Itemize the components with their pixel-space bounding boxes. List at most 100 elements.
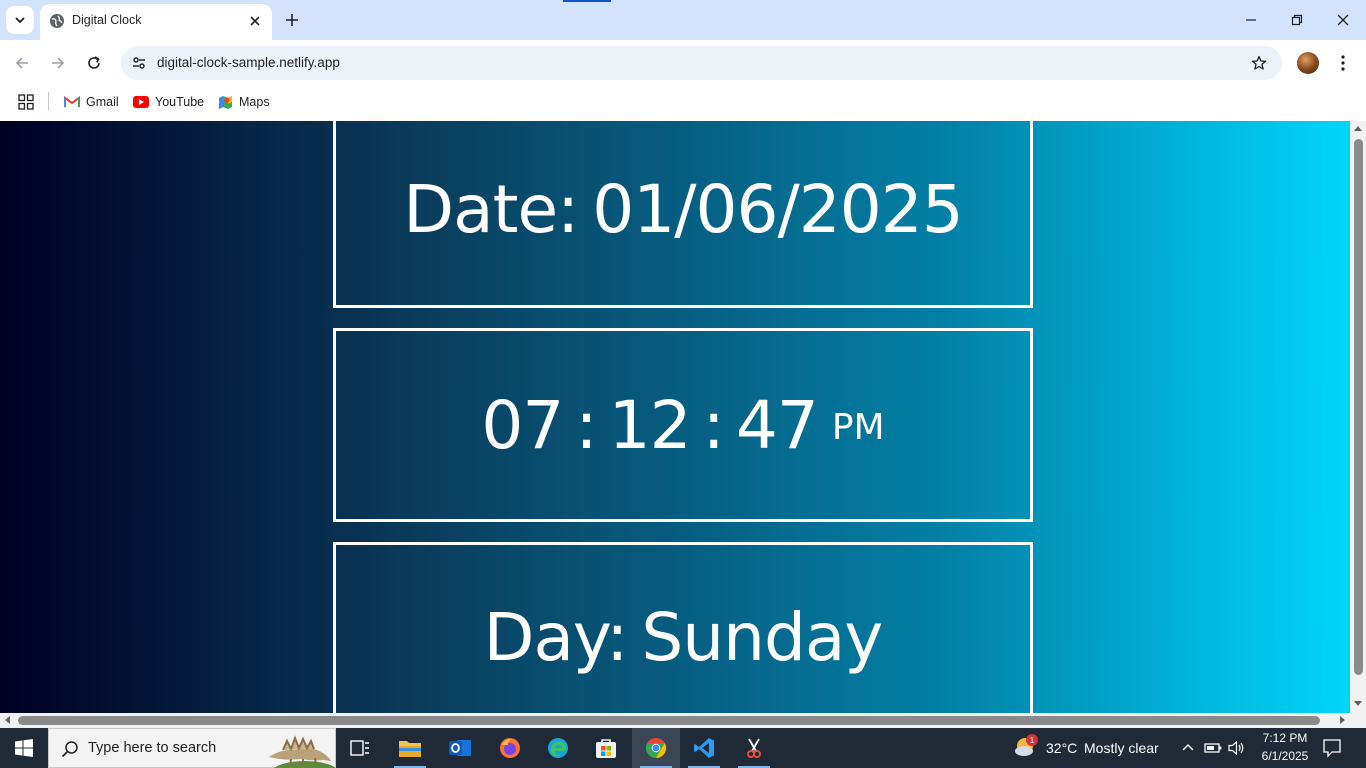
time-ampm: PM [831, 406, 885, 448]
time-minutes: 12 [608, 386, 692, 464]
taskbar-clock-time[interactable]: 7:12 PM [1257, 731, 1313, 745]
outlook-icon [449, 740, 471, 756]
site-info-button[interactable] [127, 51, 151, 75]
bookmarks-bar: Gmail YouTube Maps [0, 86, 1366, 121]
minimize-button[interactable] [1228, 4, 1274, 36]
globe-icon [50, 14, 64, 28]
tab-drag-indicator [563, 0, 611, 2]
chevron-down-icon [15, 17, 25, 24]
tab-title: Digital Clock [72, 13, 142, 27]
time-separator: : [575, 386, 597, 464]
tab-digital-clock[interactable]: Digital Clock [40, 4, 272, 40]
outlook-button[interactable] [436, 728, 484, 768]
taskbar-search-box[interactable]: Type here to search [48, 728, 336, 768]
search-icon [61, 741, 78, 758]
show-hidden-icons-button[interactable] [1180, 740, 1196, 756]
battery-button[interactable] [1204, 740, 1222, 756]
edge-button[interactable] [534, 728, 582, 768]
plus-icon [286, 14, 298, 26]
tab-close-button[interactable] [246, 12, 264, 30]
bookmarks-divider [48, 92, 49, 110]
taskbar-clock-date[interactable]: 6/1/2025 [1255, 749, 1315, 763]
minimize-icon [1246, 19, 1256, 21]
date-value: 01/06/2025 [592, 171, 963, 248]
bookmark-maps[interactable]: Maps [218, 91, 270, 113]
search-placeholder: Type here to search [88, 740, 217, 756]
folder-icon [399, 741, 421, 757]
url-text[interactable]: digital-clock-sample.netlify.app [157, 55, 340, 70]
firefox-button[interactable] [486, 728, 534, 768]
maps-icon [219, 95, 232, 109]
bookmark-label: YouTube [155, 95, 205, 109]
scroll-left-arrow-icon[interactable] [5, 716, 10, 724]
speaker-icon [1228, 740, 1244, 756]
day-value: Sunday [641, 598, 883, 676]
day-box: Day: Sunday [333, 542, 1033, 713]
weather-temp[interactable]: 32°C [1046, 740, 1077, 756]
snipping-tool-button[interactable] [730, 728, 778, 768]
address-bar[interactable]: digital-clock-sample.netlify.app [121, 46, 1282, 80]
tab-strip: Digital Clock [0, 0, 1366, 40]
back-button[interactable] [8, 49, 36, 77]
horizontal-scrollbar[interactable] [0, 713, 1366, 728]
store-button[interactable] [582, 728, 630, 768]
reload-icon [88, 56, 100, 69]
browser-menu-button[interactable] [1332, 52, 1354, 74]
close-icon [1337, 14, 1349, 26]
arrow-left-icon [15, 57, 28, 69]
bookmark-gmail[interactable]: Gmail [64, 91, 119, 113]
restore-button[interactable] [1274, 4, 1320, 36]
stegosaurus-illustration-icon [269, 735, 335, 768]
vertical-scroll-thumb[interactable] [1354, 139, 1363, 675]
scroll-up-arrow-icon[interactable] [1354, 126, 1362, 131]
time-seconds: 47 [735, 386, 819, 464]
reload-button[interactable] [80, 49, 108, 77]
restore-icon [1291, 14, 1303, 26]
vscode-button[interactable] [680, 728, 728, 768]
bookmark-label: Gmail [86, 95, 119, 109]
vscode-icon [694, 738, 714, 758]
forward-button[interactable] [44, 49, 72, 77]
date-label: Date: [403, 171, 579, 248]
tab-search-button[interactable] [6, 6, 34, 34]
more-vert-icon [1341, 55, 1345, 71]
weather-widget[interactable]: 1 [1012, 734, 1040, 762]
volume-button[interactable] [1228, 740, 1246, 756]
bookmark-label: Maps [239, 95, 270, 109]
tune-icon [133, 57, 145, 69]
close-window-button[interactable] [1320, 4, 1366, 36]
file-explorer-button[interactable] [386, 728, 434, 768]
profile-avatar[interactable] [1297, 52, 1319, 74]
weather-condition[interactable]: Mostly clear [1084, 740, 1159, 756]
time-box: 07 : 12 : 47 PM [333, 328, 1033, 522]
page-viewport: Date: 01/06/2025 07 : 12 : 47 PM Day: Su… [0, 121, 1350, 713]
new-tab-button[interactable] [282, 10, 302, 30]
apps-button[interactable] [16, 92, 36, 112]
close-icon [250, 16, 260, 26]
chrome-icon [646, 737, 667, 759]
star-icon [1251, 55, 1267, 70]
task-view-button[interactable] [336, 728, 384, 768]
notifications-button[interactable] [1322, 738, 1344, 758]
start-button[interactable] [0, 728, 48, 768]
day-label: Day: [483, 598, 629, 676]
scroll-down-arrow-icon[interactable] [1354, 701, 1362, 706]
scroll-right-arrow-icon[interactable] [1340, 716, 1345, 724]
browser-toolbar: digital-clock-sample.netlify.app [0, 40, 1366, 86]
vertical-scrollbar[interactable] [1350, 121, 1366, 713]
windows-logo-icon [15, 739, 33, 757]
time-hours: 07 [481, 386, 564, 464]
bookmark-star-button[interactable] [1247, 51, 1271, 75]
weather-badge: 1 [1026, 734, 1038, 746]
gmail-icon [64, 96, 80, 107]
arrow-right-icon [52, 57, 65, 69]
horizontal-scroll-thumb[interactable] [18, 716, 1320, 725]
battery-icon [1204, 743, 1222, 753]
scissors-icon [747, 738, 761, 758]
date-box: Date: 01/06/2025 [333, 121, 1033, 308]
edge-icon [548, 738, 568, 758]
bookmark-youtube[interactable]: YouTube [133, 91, 204, 113]
youtube-icon [133, 96, 149, 108]
chrome-button[interactable] [632, 728, 680, 768]
firefox-icon [500, 738, 520, 758]
